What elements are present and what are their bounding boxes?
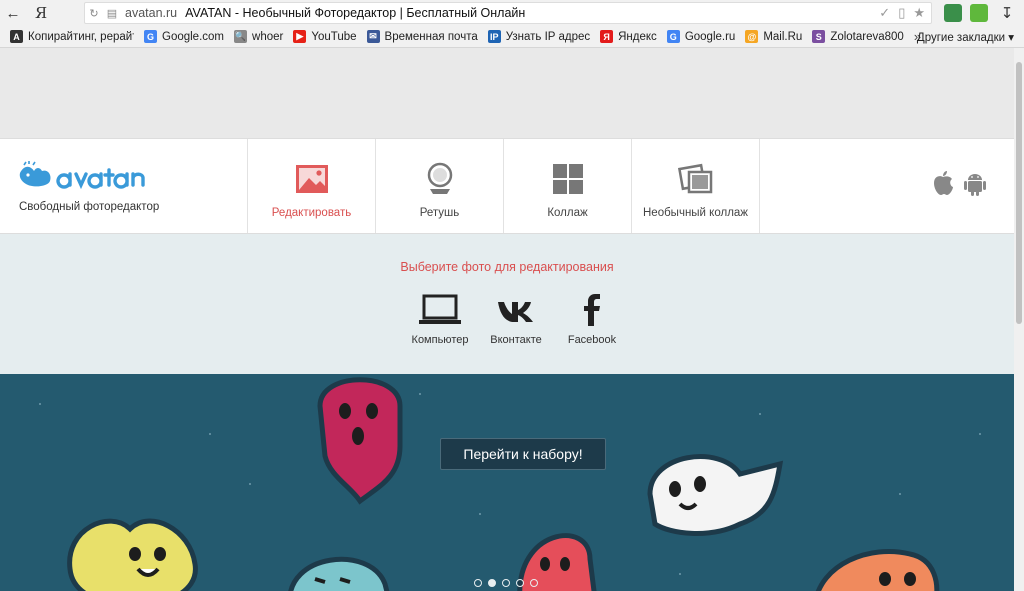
bookmark-item[interactable]: G Google.ru	[666, 30, 736, 43]
vk-icon	[498, 302, 533, 322]
download-arrow-icon: ↧	[1000, 5, 1014, 22]
picture-icon	[295, 165, 328, 193]
ghost-teal	[288, 556, 390, 591]
bookmark-favicon-icon: G	[666, 30, 680, 43]
ghost-yellow	[67, 518, 198, 591]
avatan-logo[interactable]	[18, 161, 158, 191]
page-scrollbar[interactable]	[1014, 48, 1024, 591]
android-icon[interactable]	[962, 169, 988, 197]
source-vk[interactable]: Вконтакте	[476, 292, 556, 346]
source-facebook[interactable]: Facebook	[552, 292, 632, 346]
bookmark-item[interactable]: ▶ YouTube	[293, 30, 357, 43]
source-computer[interactable]: Компьютер	[400, 292, 480, 346]
bookmark-label: Временная почта	[384, 30, 478, 43]
grid-icon	[552, 164, 583, 194]
laptop-icon	[419, 294, 461, 324]
source-computer-label: Компьютер	[411, 334, 469, 346]
bookmark-label: Копирайтинг, рерайт	[28, 30, 134, 43]
bookmark-favicon-icon: Я	[600, 30, 614, 43]
menu-divider	[759, 139, 760, 233]
menu-retouch[interactable]: Ретушь	[375, 139, 503, 233]
extension-shield-icon[interactable]	[944, 4, 962, 22]
bookmark-item[interactable]: S Zolotareva800	[812, 30, 904, 43]
menu-retouch-label: Ретушь	[419, 207, 460, 219]
menu-unusual-collage[interactable]: Необычный коллаж	[631, 139, 759, 233]
url-actions: ✓ ▯ ★	[879, 5, 925, 21]
bookmark-favicon-icon: G	[144, 30, 157, 43]
site-header: Свободный фоторедактор Редактировать Рет…	[0, 138, 1014, 234]
picker-title: Выберите фото для редактирования	[400, 260, 614, 274]
bookmark-item[interactable]: IP Узнать IP адрес	[487, 30, 591, 43]
bookmark-label: Google.com	[162, 30, 225, 43]
page-viewport: Свободный фоторедактор Редактировать Рет…	[0, 48, 1014, 591]
url-page-title: AVATAN - Необычный Фоторедактор | Беспла…	[185, 6, 526, 20]
downloads-button[interactable]: ↧	[994, 0, 1020, 26]
bookmark-item[interactable]: Я Яндекс	[600, 30, 657, 43]
url-domain: avatan.ru	[125, 6, 178, 20]
menu-collage-label: Коллаж	[547, 207, 588, 219]
bookmark-label: Google.ru	[684, 30, 736, 43]
bookmark-label: YouTube	[311, 30, 357, 43]
menu-collage[interactable]: Коллаж	[503, 139, 631, 233]
site-tagline: Свободный фоторедактор	[19, 201, 160, 213]
extension-download-icon[interactable]	[970, 4, 988, 22]
url-bar[interactable]: ↻ ▤ avatan.ru AVATAN - Необычный Фоторед…	[84, 2, 932, 24]
other-bookmarks-button[interactable]: Другие закладки ▾	[917, 30, 1014, 44]
bookmark-item[interactable]: 🔍 whoer	[234, 30, 283, 43]
stacked-photos-icon	[677, 163, 712, 194]
go-to-set-button[interactable]: Перейти к набору!	[440, 438, 606, 470]
bookmark-item[interactable]: ✉ Временная почта	[366, 30, 478, 43]
bookmark-favicon-icon: @	[745, 30, 759, 43]
slider-dot[interactable]	[474, 579, 482, 587]
arrow-left-icon: ←	[5, 4, 21, 22]
bookmark-favicon-icon: 🔍	[234, 30, 248, 43]
bookmark-item[interactable]: A Копирайтинг, рерайт	[10, 30, 134, 43]
slider-dots	[474, 579, 538, 587]
bookmark-favicon-icon: IP	[487, 30, 501, 43]
slider-dot[interactable]	[502, 579, 510, 587]
address-bar-row: ← Я ↻ ▤ avatan.ru AVATAN - Необычный Фот…	[0, 0, 1024, 26]
hero-section: ​ Выберите фото для редактирования Компь…	[0, 234, 1014, 591]
apple-icon[interactable]	[930, 169, 956, 197]
slider-dot[interactable]	[488, 579, 496, 587]
bookmark-label: Яндекс	[618, 30, 657, 43]
reader-icon[interactable]: ▯	[898, 5, 905, 21]
scrollbar-thumb[interactable]	[1016, 62, 1022, 324]
source-vk-label: Вконтакте	[490, 334, 542, 346]
slider-dot[interactable]	[516, 579, 524, 587]
menu-edit-label: Редактировать	[271, 207, 352, 219]
ghost-magenta	[317, 377, 403, 505]
bookmark-label: Mail.Ru	[763, 30, 803, 43]
ghost-white	[647, 454, 784, 536]
mirror-icon	[427, 162, 452, 194]
browser-window: ← Я ↻ ▤ avatan.ru AVATAN - Необычный Фот…	[0, 0, 1024, 591]
bookmark-favicon-icon: ✉	[366, 30, 380, 43]
menu-unusual-collage-label: Необычный коллаж	[643, 207, 748, 219]
page-icon: ▤	[106, 7, 118, 20]
ghost-orange	[815, 548, 940, 591]
bookmark-label: whoer	[252, 30, 284, 43]
bookmark-favicon-icon: ▶	[293, 30, 307, 43]
bookmark-favicon-icon: A	[10, 30, 23, 43]
menu-edit[interactable]: Редактировать	[247, 139, 375, 233]
ad-banner	[0, 48, 1014, 138]
bookmarks-bar: A Копирайтинг, рерайт G Google.com 🔍 whoer ▶ Yo…	[0, 26, 1024, 48]
slider-dot[interactable]	[530, 579, 538, 587]
facebook-icon	[584, 294, 600, 326]
source-facebook-label: Facebook	[567, 334, 617, 346]
back-button[interactable]: ←	[0, 0, 26, 26]
bookmark-label: Zolotareva800	[830, 30, 904, 43]
bookmark-item[interactable]: @ Mail.Ru	[745, 30, 802, 43]
bookmark-item[interactable]: G Google.com	[144, 30, 224, 43]
bookmark-label: Узнать IP адрес	[505, 30, 591, 43]
protect-icon[interactable]: ✓	[879, 5, 890, 21]
reload-icon[interactable]: ↻	[85, 7, 103, 20]
bookmark-star-icon[interactable]: ★	[913, 5, 925, 21]
yandex-button[interactable]: Я	[26, 0, 56, 26]
bookmark-favicon-icon: S	[812, 30, 826, 43]
